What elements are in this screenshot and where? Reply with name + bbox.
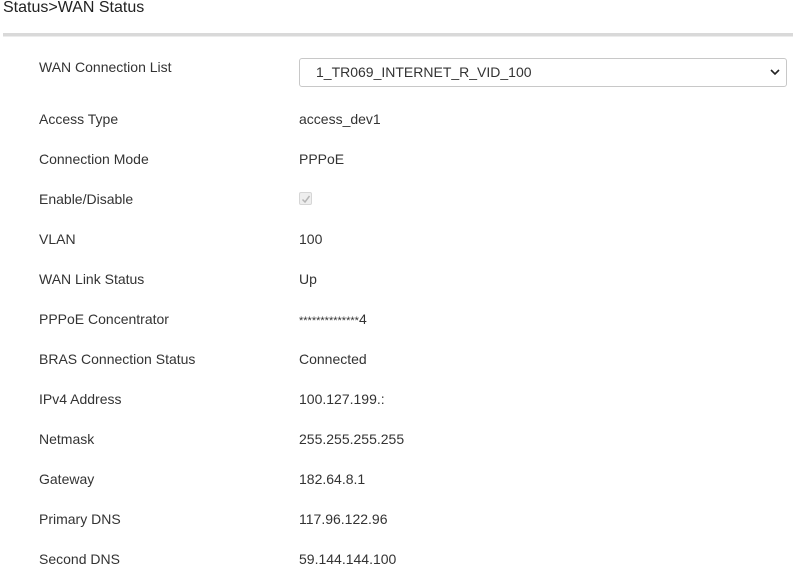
- wan-link-status-label: WAN Link Status: [39, 271, 145, 287]
- check-icon: [301, 195, 311, 204]
- enable-disable-row: Enable/Disable: [0, 188, 793, 210]
- bras-connection-status-row: BRAS Connection Status Connected: [0, 348, 793, 370]
- vlan-value: 100: [299, 231, 323, 247]
- wan-link-status-row: WAN Link Status Up: [0, 268, 793, 290]
- bras-connection-status-value: Connected: [299, 351, 367, 367]
- pppoe-concentrator-label: PPPoE Concentrator: [39, 311, 169, 327]
- second-dns-label: Second DNS: [39, 551, 120, 567]
- connection-mode-value: PPPoE: [299, 151, 345, 167]
- primary-dns-value: 117.96.122.96: [299, 511, 388, 527]
- connection-mode-label: Connection Mode: [39, 151, 149, 167]
- pppoe-concentrator-row: PPPoE Concentrator **************4: [0, 308, 793, 330]
- enable-disable-label: Enable/Disable: [39, 191, 134, 207]
- vlan-label: VLAN: [39, 231, 76, 247]
- wan-connection-select[interactable]: 1_TR069_INTERNET_R_VID_100: [299, 58, 787, 87]
- second-dns-value: 59.144.144.100: [299, 551, 397, 567]
- ipv4-address-value: 100.127.199.:: [299, 391, 385, 407]
- wan-link-status-value: Up: [299, 271, 317, 287]
- vlan-row: VLAN 100: [0, 228, 793, 250]
- bras-connection-status-label: BRAS Connection Status: [39, 351, 196, 367]
- enable-checkbox[interactable]: [299, 192, 312, 205]
- netmask-row: Netmask 255.255.255.255: [0, 428, 793, 450]
- gateway-row: Gateway 182.64.8.1: [0, 468, 793, 490]
- gateway-value: 182.64.8.1: [299, 471, 366, 487]
- title-divider: [3, 33, 793, 37]
- wan-connection-list-label: WAN Connection List: [39, 59, 172, 75]
- primary-dns-label: Primary DNS: [39, 511, 121, 527]
- access-type-row: Access Type access_dev1: [0, 108, 793, 130]
- primary-dns-row: Primary DNS 117.96.122.96: [0, 508, 793, 530]
- pppoe-concentrator-mask: **************: [299, 315, 359, 327]
- wan-status-page: Status>WAN Status WAN Connection List 1_…: [0, 0, 793, 585]
- ipv4-address-row: IPv4 Address 100.127.199.:: [0, 388, 793, 410]
- netmask-value: 255.255.255.255: [299, 431, 405, 447]
- page-title: Status>WAN Status: [3, 0, 145, 16]
- wan-connection-select-value: 1_TR069_INTERNET_R_VID_100: [316, 64, 532, 80]
- ipv4-address-label: IPv4 Address: [39, 391, 122, 407]
- access-type-value: access_dev1: [299, 111, 381, 127]
- second-dns-row: Second DNS 59.144.144.100: [0, 548, 793, 570]
- gateway-label: Gateway: [39, 471, 95, 487]
- pppoe-concentrator-value: **************4: [299, 308, 367, 332]
- pppoe-concentrator-tail: 4: [358, 311, 367, 327]
- access-type-label: Access Type: [39, 111, 119, 127]
- chevron-down-icon: [770, 69, 780, 76]
- connection-mode-row: Connection Mode PPPoE: [0, 148, 793, 170]
- netmask-label: Netmask: [39, 431, 95, 447]
